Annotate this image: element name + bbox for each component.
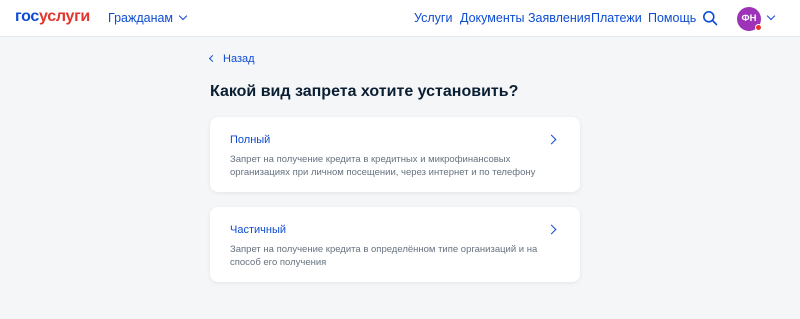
nav-item-applications[interactable]: Заявления: [528, 11, 591, 25]
nav-item-payments[interactable]: Платежи: [591, 11, 642, 25]
user-avatar[interactable]: ФН: [737, 7, 762, 31]
option-title: Полный: [230, 134, 271, 146]
page-title: Какой вид запрета хотите установить?: [210, 83, 519, 100]
back-link[interactable]: Назад: [208, 53, 255, 65]
option-description: Запрет на получение кредита в кредитных …: [230, 154, 536, 178]
search-icon[interactable]: [702, 10, 718, 26]
nav-item-documents[interactable]: Документы: [460, 11, 524, 25]
option-card-full[interactable]: Полный Запрет на получение кредита в кре…: [210, 117, 580, 192]
chevron-right-icon: [546, 134, 557, 145]
option-card-partial[interactable]: Частичный Запрет на получение кредита в …: [210, 207, 580, 282]
back-label: Назад: [223, 53, 255, 65]
option-description: Запрет на получение кредита в определённ…: [230, 244, 538, 268]
notification-dot-icon: [755, 24, 762, 31]
chevron-left-icon: [208, 54, 217, 63]
chevron-right-icon: [546, 224, 557, 235]
option-title: Частичный: [230, 224, 286, 236]
nav-item-help[interactable]: Помощь: [648, 11, 696, 25]
nav-item-services[interactable]: Услуги: [414, 11, 452, 25]
top-header: госуслуги Гражданам Услуги Документы Зая…: [0, 0, 800, 37]
avatar-initials: ФН: [741, 13, 757, 24]
main-nav: Услуги Документы Заявления Платежи Помощ…: [0, 11, 800, 27]
